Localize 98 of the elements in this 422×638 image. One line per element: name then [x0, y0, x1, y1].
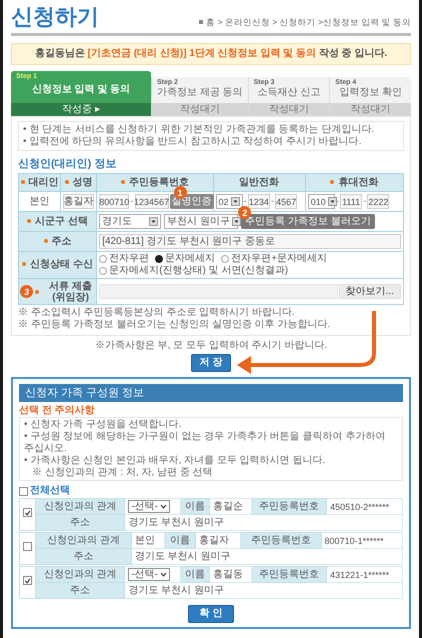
step-title: 신청정보 입력 및 동의: [30, 83, 132, 97]
square-icon: [199, 20, 204, 24]
dropdown[interactable]: 경기도: [99, 214, 162, 229]
row-header: 주소: [36, 548, 132, 564]
column-header: 일반전화: [213, 174, 306, 192]
file-field[interactable]: [99, 284, 338, 299]
step-status: 작성대기: [248, 103, 330, 116]
separator-text: -: [244, 196, 247, 208]
step-status: 작성대기: [152, 103, 248, 116]
separator-text: -: [270, 196, 274, 208]
step-title: 가족정보 제공 동의: [157, 87, 243, 99]
radio-button[interactable]: [99, 255, 108, 263]
checkbox[interactable]: [23, 508, 32, 518]
input-field[interactable]: 2222: [367, 194, 390, 209]
dropdown[interactable]: 010: [308, 194, 335, 209]
step-title: 입력정보 확인: [338, 87, 404, 99]
row-header: 신청상태 수신: [18, 252, 97, 278]
breadcrumb: 홈 > 온라인신청 > 신청하기 >신청정보 입력 및 동의: [206, 16, 411, 28]
row-header: 신청인과의 관계: [36, 566, 125, 582]
step-status: 작성대기: [330, 103, 411, 116]
radio-option[interactable]: 문자메세지(진행상태) 및 서면(신청결과): [99, 265, 288, 277]
input-field[interactable]: 1111: [340, 194, 362, 209]
dropdown[interactable]: -선택-: [128, 568, 170, 581]
table-cell: 경기도 부천시 원미구: [124, 514, 402, 530]
table-cell: 본인: [131, 532, 165, 548]
row-header: 주민등록번호: [252, 566, 327, 582]
separator-text: -: [130, 196, 134, 208]
table-cell: 홍길자: [195, 532, 241, 548]
table-cell: 본인: [18, 192, 61, 212]
chevron-down-icon: [160, 503, 167, 510]
input-field[interactable]: 1234: [248, 194, 270, 209]
caret-icon: [149, 217, 158, 226]
notice-text: 홍길동님은 [기초연금 (대리 신청)] 1단계 신청정보 입력 및 동의 작성 중 입니다.: [34, 48, 388, 60]
save-button[interactable]: 저 장: [191, 354, 231, 372]
bullet-text: • 현 단계는 서비스를 신청하기 위한 기본적인 가족관계를 등록하는 단계입니다.: [23, 124, 376, 136]
table-cell: 홍길동: [209, 566, 252, 582]
note-text: ※ 주민등록 가족정보 불러오기는 신청인의 실명인증 이후 가능합니다.: [18, 319, 332, 331]
table-cell: 450510-2******: [326, 498, 402, 514]
bullet-text: • 입력전에 하단의 유의사항을 반드시 참고하시고 작성하여 주시기 바랍니다.: [23, 136, 363, 148]
input-field[interactable]: 홍길자: [63, 194, 94, 209]
row-header: 주소: [36, 514, 125, 530]
table-cell: 경기도 부천시 원미구: [131, 548, 402, 564]
dropdown[interactable]: 부천시 원미구: [164, 214, 238, 229]
table-cell: 경기도 부천시 원미구: [124, 582, 402, 598]
row-header: 주민등록번호: [240, 532, 322, 548]
section-title: 신청인(대리인) 정보: [18, 157, 118, 171]
row-header: 시군구 선택: [18, 212, 97, 232]
dropdown[interactable]: 02: [216, 194, 242, 209]
row-header: 주소: [36, 582, 125, 598]
confirm-button[interactable]: 확 인: [188, 605, 234, 623]
row-header: 이름: [180, 498, 210, 514]
page-title: 신청하기: [11, 4, 99, 30]
bullet-text: • 구성원 정보에 해당하는 가구원이 없는 경우 가족추가 버튼을 클릭하여 추가하여 주십시오.: [24, 431, 386, 455]
separator-text: -: [363, 196, 366, 208]
browse-button[interactable]: 찾아보기...: [338, 284, 401, 299]
input-field[interactable]: 4567: [275, 194, 298, 209]
panel-header: 신청자 가족 구성원 정보: [19, 384, 403, 402]
radio-button[interactable]: [99, 267, 108, 275]
radio-option[interactable]: 전자우편+문자메세지: [221, 253, 328, 265]
input-field[interactable]: [420-811] 경기도 부천시 원미구 중동로: [99, 234, 401, 249]
row-header: 이름: [164, 532, 196, 548]
checkbox[interactable]: [19, 486, 28, 496]
bullet-text: • 신청자 가족 구성원을 선택합니다.: [24, 419, 182, 431]
table-cell: 431221-1******: [326, 566, 402, 582]
checkbox[interactable]: [23, 576, 32, 586]
radio-option[interactable]: 전자우편: [99, 253, 150, 265]
separator-text: -: [336, 196, 340, 208]
caret-icon: [230, 197, 240, 206]
input-field[interactable]: 800710: [99, 194, 130, 209]
row-header: 주민등록번호: [252, 498, 327, 514]
radio-button[interactable]: [221, 255, 230, 263]
radio-button[interactable]: [155, 255, 164, 263]
select-all-label: 전체선택: [30, 485, 70, 497]
callout-badge: 3: [20, 285, 33, 298]
radio-option[interactable]: 문자메세지: [155, 253, 216, 265]
table-cell: 800710-1******: [321, 532, 402, 548]
step-title: 소득재산 신고: [256, 87, 322, 99]
input-field[interactable]: 1234567: [134, 194, 169, 209]
note-text: ※ 주소입력시 주민등록등본상의 주소로 입력하시기 바랍니다.: [18, 307, 296, 319]
table-cell: 홍길순: [209, 498, 252, 514]
caution-title: 선택 전 주의사항: [19, 405, 96, 417]
dropdown[interactable]: -선택-: [128, 500, 170, 513]
note-text: ※ 신청인과의 관계 : 처, 자, 남편 중 선택: [31, 467, 214, 479]
row-header: 이름: [180, 566, 210, 582]
row-header: 신청인과의 관계: [36, 532, 132, 548]
bullet-text: • 가족사항은 신청인 본인과 배우자, 자녀를 모두 입력하시면 됩니다.: [24, 455, 326, 467]
column-header: 성명: [60, 174, 97, 192]
caret-icon: [328, 197, 337, 206]
column-header: 휴대전화: [305, 174, 404, 192]
step-status: 작성중 ▸: [11, 103, 151, 116]
caret-icon: [232, 217, 241, 226]
row-header: 주소: [18, 232, 97, 252]
row-header: 신청인과의 관계: [36, 498, 125, 514]
reminder-text: ※가족사항은 부, 모 모두 입력하여 주시기 바랍니다.: [94, 340, 328, 352]
column-header: 대리인: [18, 174, 61, 192]
row-header: 서류 제출 (위임장): [48, 280, 93, 302]
chevron-down-icon: [160, 571, 167, 578]
checkbox[interactable]: [23, 542, 32, 551]
